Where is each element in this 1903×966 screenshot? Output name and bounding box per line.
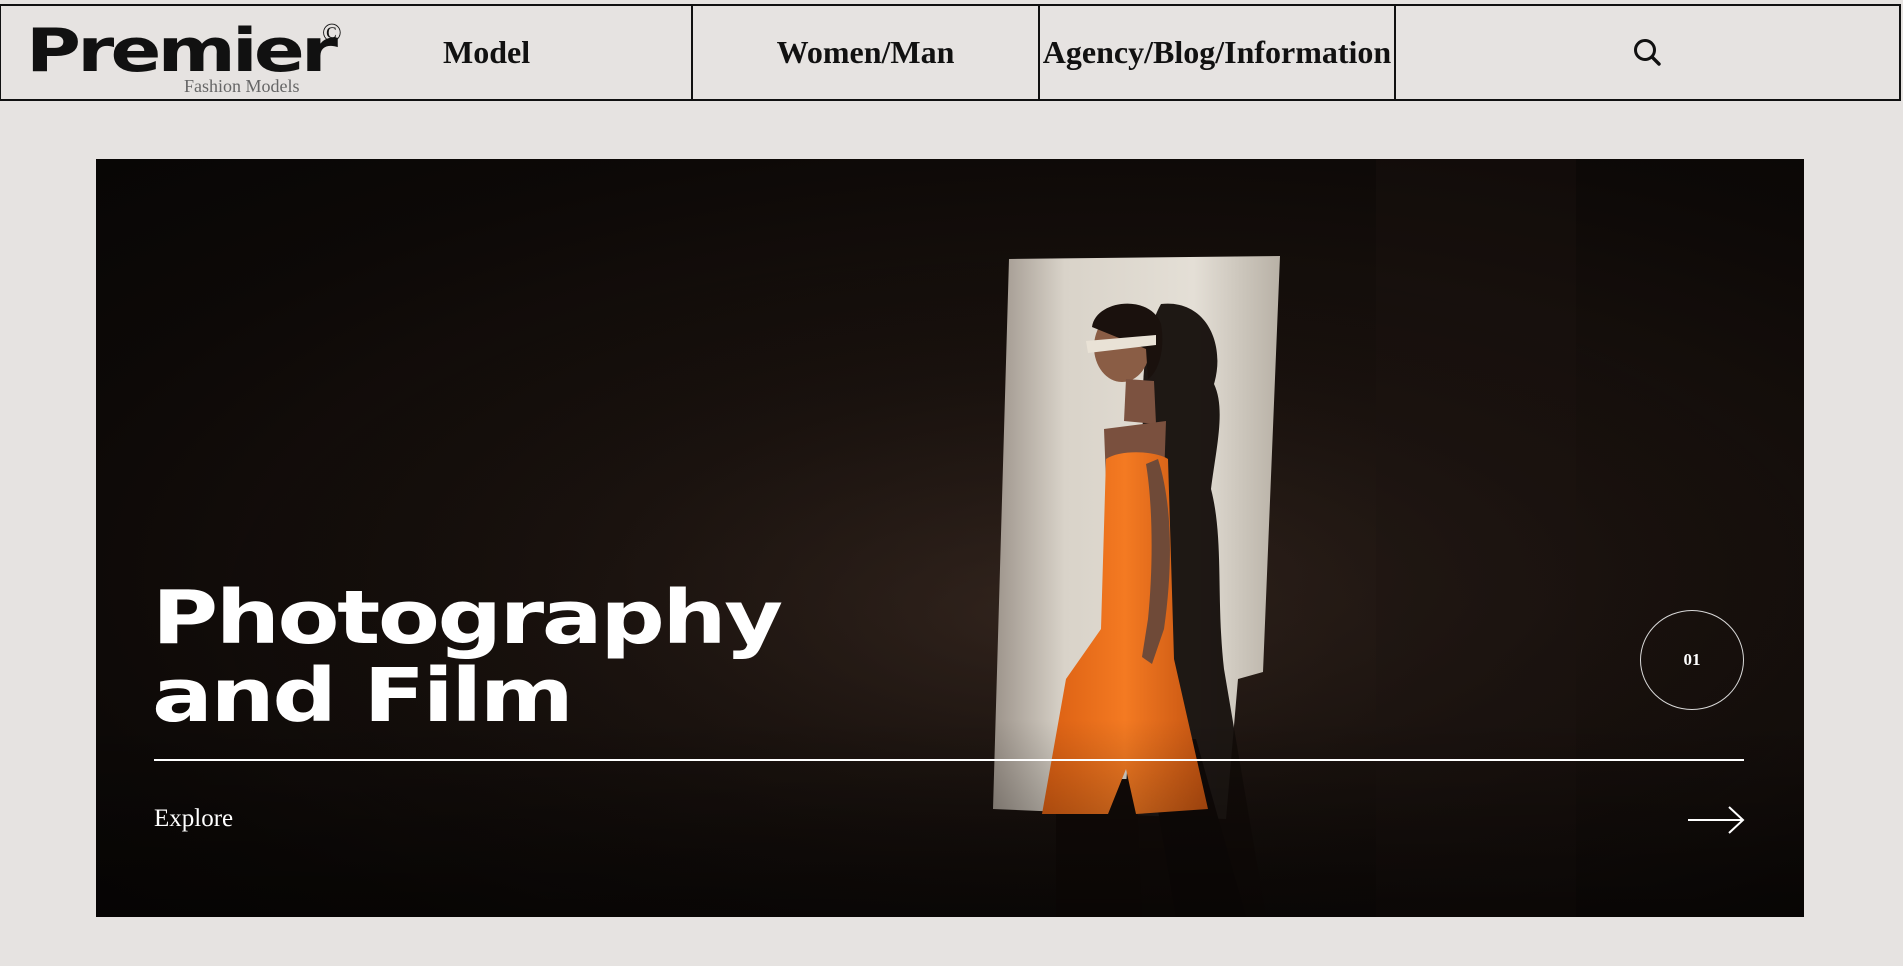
brand-logo[interactable]: Premier © Fashion Models: [26, 16, 356, 96]
nav-link-women-man[interactable]: Women/Man: [693, 6, 1040, 99]
hero-title-line-1: Photography: [152, 575, 783, 661]
brand-tagline: Fashion Models: [184, 76, 300, 96]
explore-link[interactable]: Explore: [154, 805, 233, 833]
slide-counter[interactable]: 01: [1640, 610, 1744, 710]
hero-title-line-2: and Film: [152, 653, 574, 739]
search-button[interactable]: [1396, 6, 1899, 99]
nav-link-model[interactable]: Model: [443, 6, 530, 99]
site-header: Premier © Fashion Models Model Women/Man…: [0, 4, 1901, 101]
nav-link-agency-blog-information[interactable]: Agency/Blog/Information: [1040, 6, 1396, 99]
copyright-mark: ©: [322, 18, 342, 47]
logo-nav-cell: Premier © Fashion Models Model: [1, 6, 693, 99]
hero-title: Photography and Film: [152, 575, 783, 739]
arrow-right-icon[interactable]: [1687, 805, 1745, 835]
hero-photo: [96, 159, 1804, 917]
search-icon: [1633, 38, 1661, 66]
hero-divider: [154, 759, 1744, 761]
hero-banner: Photography and Film 01 Explore: [96, 159, 1804, 917]
